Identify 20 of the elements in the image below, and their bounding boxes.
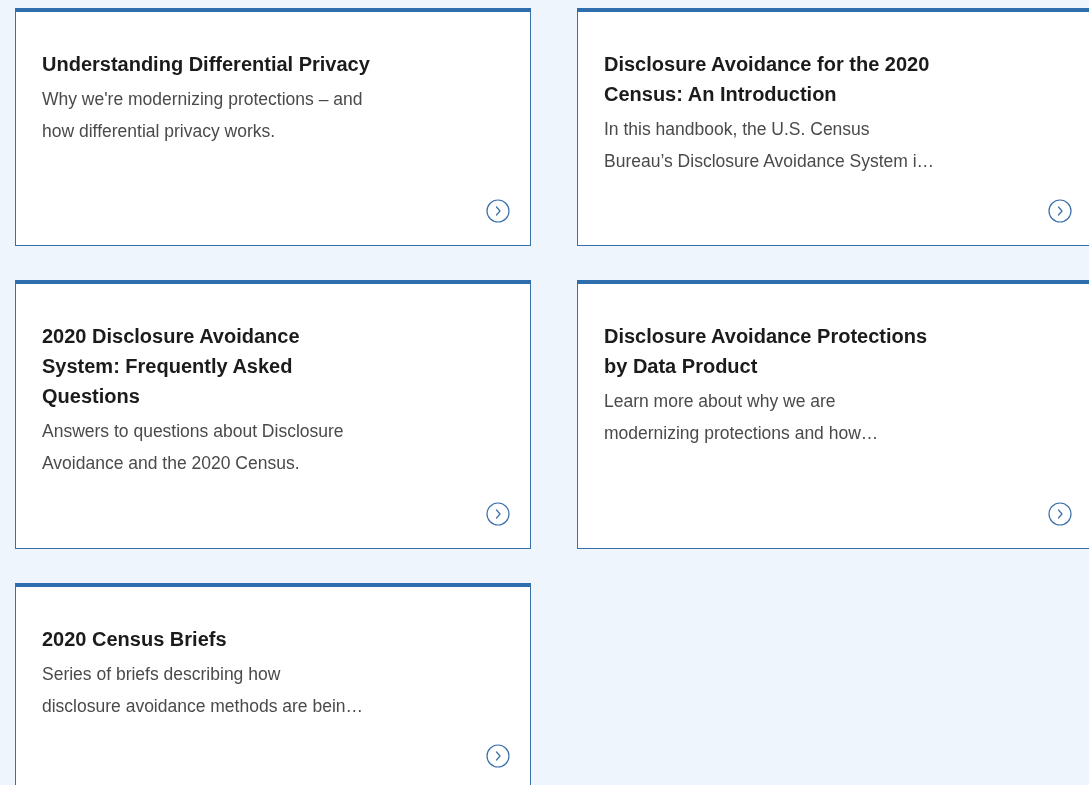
card-title: 2020 Census Briefs <box>42 627 227 652</box>
chevron-right-circle-icon[interactable] <box>486 502 510 526</box>
card[interactable]: Understanding Differential Privacy Why we're modernizing protections – and how differential privacy works. <box>15 8 531 246</box>
chevron-right-circle-icon[interactable] <box>1048 502 1072 526</box>
card-title: Disclosure Avoidance for the 2020 Census: An Introduction <box>604 52 930 107</box>
chevron-right-circle-icon[interactable] <box>1048 199 1072 223</box>
card-title: Disclosure Avoidance Protections by Data Product <box>604 324 928 379</box>
card-description: Answers to questions about Disclosure Avoidance and the 2020 Census. <box>42 420 344 475</box>
chevron-right-circle-icon[interactable] <box>486 199 510 223</box>
card-description: In this handbook, the U.S. Census Bureau’s Disclosure Avoidance System i… <box>604 118 935 173</box>
card[interactable]: 2020 Disclosure Avoidance System: Frequently Asked Questions Answers to questions about Disclosure Avoidance and the 2020 Census. <box>15 280 531 549</box>
card-title: Understanding Differential Privacy <box>42 52 370 77</box>
card[interactable]: Disclosure Avoidance Protections by Data Product Learn more about why we are modernizing protections and how… <box>577 280 1089 549</box>
card[interactable]: Disclosure Avoidance for the 2020 Census: An Introduction In this handbook, the U.S. Census Bureau’s Disclosure Avoidance System i… <box>577 8 1089 246</box>
card-title: 2020 Disclosure Avoidance System: Frequently Asked Questions <box>42 324 300 409</box>
card-description: Series of briefs describing how disclosure avoidance methods are bein… <box>42 663 363 718</box>
card-description: Learn more about why we are modernizing protections and how… <box>604 390 879 445</box>
chevron-right-circle-icon[interactable] <box>486 744 510 768</box>
card[interactable]: 2020 Census Briefs Series of briefs describing how disclosure avoidance methods are bein… <box>15 583 531 785</box>
card-description: Why we're modernizing protections – and how differential privacy works. <box>42 88 363 143</box>
